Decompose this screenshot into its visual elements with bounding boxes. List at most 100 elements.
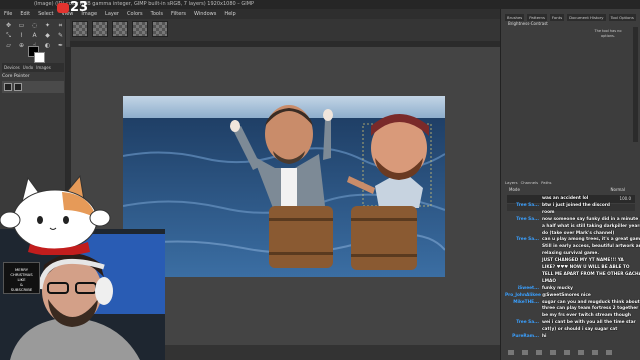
path-icon[interactable]: ✒ — [56, 42, 65, 49]
brush-icon[interactable]: ✎ — [56, 32, 65, 39]
canvas-image[interactable] — [123, 96, 445, 277]
chat-username: PureRam... — [512, 334, 539, 339]
mode-select[interactable]: Normal — [611, 187, 625, 192]
eraser-icon[interactable]: ▱ — [4, 42, 13, 49]
tab-document-history[interactable]: Document History — [567, 14, 606, 21]
notification-badge-icon — [57, 3, 69, 13]
chat-username: Tree Sa... — [516, 320, 539, 326]
lower-layer-icon[interactable] — [550, 349, 556, 355]
warp-icon[interactable]: ⌇ — [17, 32, 26, 39]
new-group-icon[interactable] — [522, 349, 528, 355]
chat-message: was an accident lol — [505, 196, 588, 201]
chat-overlay: was an accident lol Tree Sa... btw i just … — [505, 196, 640, 346]
tool-preset-icon[interactable] — [14, 83, 22, 91]
chat-message: three can play team fortress 2 together … — [505, 306, 640, 311]
menu-select[interactable]: Select — [38, 11, 53, 17]
tab-images[interactable]: Images — [36, 65, 51, 70]
chat-text: sugar can you and mugduck think about us — [542, 299, 640, 305]
tab-layers[interactable]: Layers — [505, 180, 518, 185]
lasso-icon[interactable]: ◌ — [30, 22, 39, 29]
tab-devices[interactable]: Devices — [4, 65, 20, 70]
anchor-icon[interactable] — [578, 349, 584, 355]
chat-text: be my frs ever twitch stream though — [542, 313, 631, 319]
image-tab[interactable] — [72, 21, 88, 37]
chat-message: iSweet... funky mucky — [505, 286, 573, 291]
image-tab[interactable] — [132, 21, 148, 37]
dock-scrollbar[interactable] — [633, 27, 638, 142]
chat-username: Tree Sa... — [516, 202, 539, 208]
chat-message: a half what is still taking darkpiller y… — [505, 224, 640, 229]
chat-username: Tree Sa... — [516, 216, 539, 222]
tab-tool-options[interactable]: Tool Options — [608, 14, 636, 21]
rect-select-icon[interactable]: ▭ — [17, 22, 26, 29]
tab-patterns[interactable]: Patterns — [527, 14, 547, 21]
chat-text: three can play team fortress 2 together … — [542, 306, 640, 312]
menu-file[interactable]: File — [4, 11, 12, 17]
move-tool-icon[interactable]: ✥ — [4, 22, 13, 29]
tab-fonts[interactable]: Fonts — [549, 14, 565, 21]
chat-text: Still in early access, beautiful artwork… — [542, 244, 640, 250]
transform-icon[interactable]: ⤡ — [4, 32, 13, 39]
chat-message: do (take over Mark's channel) — [505, 231, 614, 236]
chat-text: TELL ME APART FROM THE OTHER GACHA — [542, 271, 640, 277]
chat-text: JUST CHANGED MY YT NAME!!! YA — [542, 258, 624, 264]
chat-text: now someone say funky did in a minute an… — [542, 216, 640, 222]
chat-username: Tree Sa... — [516, 237, 539, 243]
bucket-icon[interactable]: ◆ — [43, 32, 52, 39]
chat-text: funky mucky — [542, 285, 573, 291]
menu-windows[interactable]: Windows — [194, 11, 216, 17]
chat-message: cat(y) or should i say sugar cat — [505, 327, 617, 332]
mode-label: Mode — [509, 187, 520, 192]
mask-icon[interactable] — [592, 349, 598, 355]
image-tab[interactable] — [112, 21, 128, 37]
duplicate-layer-icon[interactable] — [564, 349, 570, 355]
background-color[interactable] — [34, 52, 45, 63]
chat-message: Tree Sa... wei i cant be with you all the… — [505, 320, 635, 326]
image-tab[interactable] — [92, 21, 108, 37]
menu-edit[interactable]: Edit — [20, 11, 30, 17]
chat-message: be my frs ever twitch stream though — [505, 313, 631, 318]
layer-actions — [504, 347, 636, 357]
chat-message: room — [505, 210, 555, 215]
overlay-counter: 23 — [70, 0, 89, 15]
crop-icon[interactable]: ⌗ — [56, 22, 65, 29]
tab-channels[interactable]: Channels — [521, 180, 539, 185]
chat-username: Pro_JohnAlikee — [505, 292, 541, 298]
tab-brushes[interactable]: Brushes — [505, 14, 525, 21]
chat-text: room — [542, 209, 555, 215]
chat-message: MikeTHE... sugar can you and mugduck thin… — [505, 300, 640, 305]
chat-text: can u play among trees, it's a great gam… — [542, 237, 640, 243]
text-tool-icon[interactable]: A — [30, 32, 39, 39]
layer-mode-row[interactable]: Mode Normal — [507, 186, 635, 194]
chat-message: Tree Sa... btw i just joined the discord — [505, 203, 610, 208]
chat-message: PureRam... hi — [505, 334, 546, 339]
chat-message: LMAO — [505, 279, 556, 284]
new-layer-icon[interactable] — [508, 349, 514, 355]
menu-tools[interactable]: Tools — [151, 11, 163, 17]
tab-paths[interactable]: Paths — [541, 180, 551, 185]
chat-message: Pro_JohnAlikee@SweetSmores nice — [505, 293, 591, 298]
toolbox-dock-tabs: Devices Undo Images — [2, 63, 64, 72]
tab-undo[interactable]: Undo — [23, 65, 33, 70]
window-title: (Image) (ID) color RGB gamma integer, GI… — [0, 0, 640, 9]
pointer-icon[interactable] — [4, 83, 12, 91]
menu-help[interactable]: Help — [224, 11, 235, 17]
chat-username: MikeTHE... — [513, 299, 539, 305]
raise-layer-icon[interactable] — [536, 349, 542, 355]
menu-filters[interactable]: Filters — [171, 11, 186, 17]
chat-text: cat(y) or should i say sugar cat — [542, 327, 618, 333]
chat-text: btw i just joined the discord — [542, 202, 610, 208]
tool-options-title: Brightness-Contrast — [508, 21, 548, 26]
fuzzy-select-icon[interactable]: ✦ — [43, 22, 52, 29]
layers-dock-tabs: Layers Channels Paths — [505, 178, 637, 186]
tool-options-note: The tool has no options. — [594, 29, 622, 38]
image-tab[interactable] — [152, 21, 168, 37]
clone-icon[interactable]: ⊕ — [17, 42, 26, 49]
chat-message: JUST CHANGED MY YT NAME!!! YA — [505, 258, 624, 263]
menu-layer[interactable]: Layer — [105, 11, 119, 17]
delete-layer-icon[interactable] — [606, 349, 612, 355]
chat-text: do (take over Mark's channel) — [542, 230, 615, 236]
menu-colors[interactable]: Colors — [127, 11, 143, 17]
chat-message: relaxing survival game. — [505, 251, 599, 256]
device-icons — [2, 81, 64, 93]
